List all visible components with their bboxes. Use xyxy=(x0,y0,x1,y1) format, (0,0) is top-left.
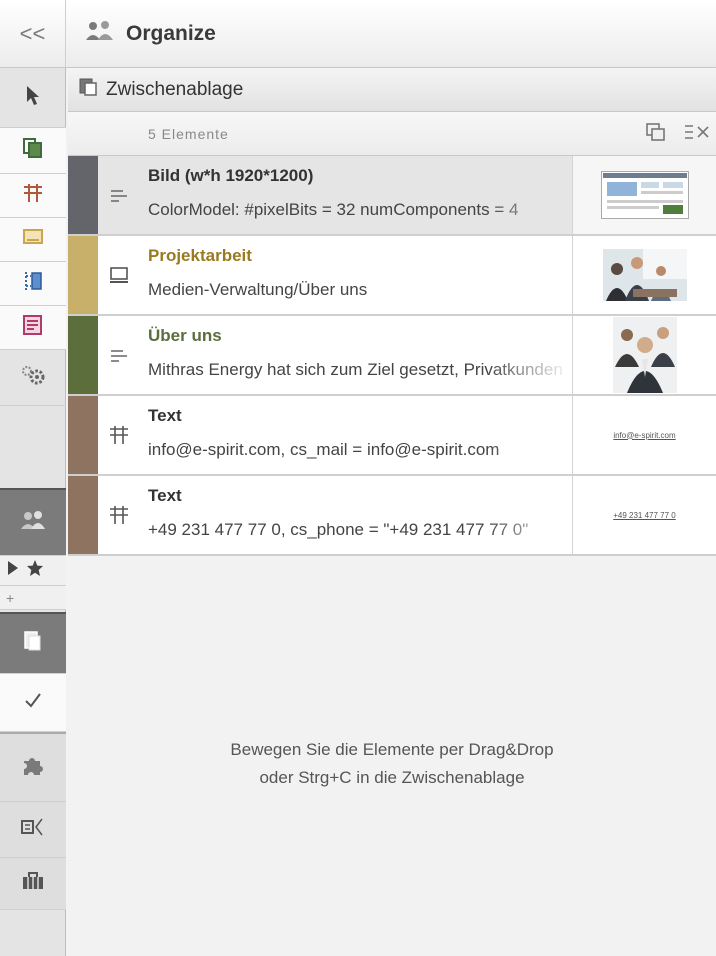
add-button[interactable]: + xyxy=(0,586,66,610)
pages-tool-button[interactable] xyxy=(0,128,66,174)
item-thumbnail xyxy=(572,236,716,314)
media-icon xyxy=(106,262,132,288)
item-color-stripe xyxy=(68,396,98,474)
copy-all-button[interactable] xyxy=(642,122,670,146)
clipboard-panel: Zwischenablage 5 Elemente Bild (w*h 1920… xyxy=(68,68,716,956)
puzzle-icon xyxy=(20,752,46,783)
users-tool-button[interactable] xyxy=(0,488,66,556)
item-thumbnail xyxy=(572,156,716,234)
item-thumbnail xyxy=(572,316,716,394)
panel-subheader: 5 Elemente xyxy=(68,112,716,156)
item-description: Mithras Energy hat sich zum Ziel gesetzt… xyxy=(148,360,563,379)
table-icon xyxy=(106,502,132,528)
text-lines-icon xyxy=(106,182,132,208)
list-item[interactable]: Text +49 231 477 77 0, cs_phone = "+49 2… xyxy=(68,476,716,556)
list-item[interactable]: Projektarbeit Medien-Verwaltung/Über uns xyxy=(68,236,716,316)
meeting-photo-thumbnail xyxy=(602,249,687,301)
dependencies-icon xyxy=(20,817,46,842)
table-tool-button[interactable] xyxy=(0,174,66,218)
list-item[interactable]: Über uns Mithras Energy hat sich zum Zie… xyxy=(68,316,716,396)
panel-title: Zwischenablage xyxy=(106,78,244,100)
hint-line-1: Bewegen Sie die Elemente per Drag&Drop xyxy=(230,740,554,759)
star-icon[interactable] xyxy=(26,559,44,582)
media-icon xyxy=(22,227,44,252)
structure-tool-button[interactable] xyxy=(0,262,66,306)
table-icon xyxy=(22,183,44,208)
collapse-button[interactable]: << xyxy=(0,0,66,68)
team-photo-thumbnail xyxy=(612,317,677,393)
item-title: Bild (w*h 1920*1200) xyxy=(148,166,314,185)
thumbnail-text: info@e-spirit.com xyxy=(613,430,676,440)
item-description: +49 231 477 77 0, cs_phone = "+49 231 47… xyxy=(148,520,529,539)
settings-icon xyxy=(20,364,46,391)
list-item[interactable]: Text info@e-spirit.com, cs_mail = info@e… xyxy=(68,396,716,476)
text-lines-icon xyxy=(106,342,132,368)
left-toolbar: + xyxy=(0,68,66,956)
table-icon xyxy=(106,422,132,448)
organize-header: Organize xyxy=(84,0,216,68)
structure-icon xyxy=(22,270,44,297)
item-color-stripe xyxy=(68,156,98,234)
item-title: Projektarbeit xyxy=(148,246,252,265)
clear-all-button[interactable] xyxy=(684,122,716,146)
play-icon[interactable] xyxy=(6,560,20,581)
item-title: Text xyxy=(148,486,182,505)
pages-icon xyxy=(22,137,44,164)
item-count: 5 Elemente xyxy=(148,126,229,142)
item-color-stripe xyxy=(68,316,98,394)
panel-header: Zwischenablage xyxy=(68,68,716,112)
page-title: Organize xyxy=(126,22,216,45)
item-description: info@e-spirit.com, cs_mail = info@e-spir… xyxy=(148,440,500,459)
item-title: Über uns xyxy=(148,326,222,345)
website-screenshot-thumbnail xyxy=(600,171,689,219)
pointer-icon xyxy=(24,84,42,111)
dependencies-tool-button[interactable] xyxy=(0,802,66,858)
empty-hint: Bewegen Sie die Elemente per Drag&Drop o… xyxy=(68,736,716,792)
check-icon xyxy=(23,691,43,714)
pointer-tool-button[interactable] xyxy=(0,68,66,128)
add-icon: + xyxy=(6,589,15,606)
thumbnail-text: +49 231 477 77 0 xyxy=(613,510,676,520)
briefcase-icon xyxy=(22,872,44,895)
check-tool-button[interactable] xyxy=(0,674,66,732)
plugins-tool-button[interactable] xyxy=(0,732,66,802)
clipboard-icon xyxy=(78,77,98,103)
clipboard-list: Bild (w*h 1920*1200) ColorModel: #pixelB… xyxy=(68,156,716,556)
copy-icon xyxy=(645,122,667,147)
collapse-label: << xyxy=(19,21,46,46)
briefcase-tool-button[interactable] xyxy=(0,858,66,910)
clipboard-tool-button[interactable] xyxy=(0,612,66,674)
clipboard-icon xyxy=(23,630,43,657)
clear-list-icon xyxy=(684,122,716,147)
settings-tool-button[interactable] xyxy=(0,350,66,406)
content-list-tool-button[interactable] xyxy=(0,306,66,350)
content-list-icon xyxy=(22,314,44,341)
item-description: Medien-Verwaltung/Über uns xyxy=(148,280,368,299)
users-icon xyxy=(20,510,46,535)
item-thumbnail: info@e-spirit.com xyxy=(572,396,716,474)
item-color-stripe xyxy=(68,236,98,314)
media-tool-button[interactable] xyxy=(0,218,66,262)
list-item[interactable]: Bild (w*h 1920*1200) ColorModel: #pixelB… xyxy=(68,156,716,236)
item-thumbnail: +49 231 477 77 0 xyxy=(572,476,716,554)
users-icon xyxy=(84,20,114,48)
item-description: ColorModel: #pixelBits = 32 numComponent… xyxy=(148,200,519,219)
item-title: Text xyxy=(148,406,182,425)
top-bar: << Organize xyxy=(0,0,716,68)
hint-line-2: oder Strg+C in die Zwischenablage xyxy=(259,768,525,787)
item-color-stripe xyxy=(68,476,98,554)
playback-controls xyxy=(0,556,66,586)
